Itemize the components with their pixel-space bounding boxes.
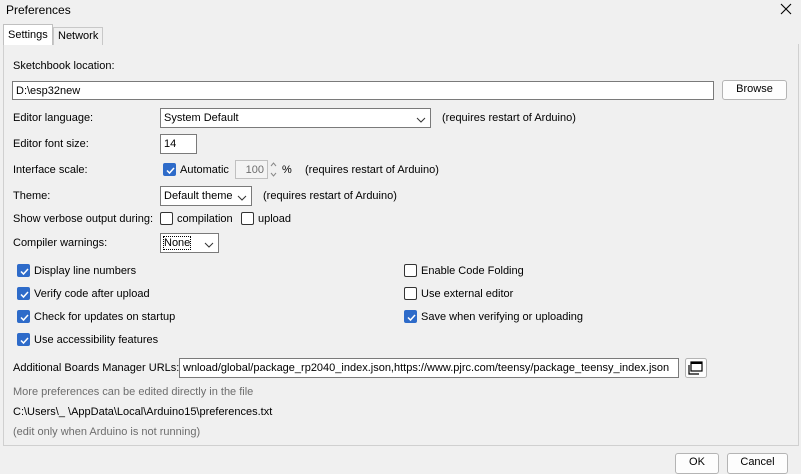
more-prefs-text: More preferences can be edited directly … bbox=[13, 386, 254, 398]
tab-settings[interactable]: Settings bbox=[3, 24, 53, 45]
code-folding-checkbox[interactable] bbox=[404, 264, 417, 277]
tab-settings-label: Settings bbox=[8, 29, 48, 41]
font-size-label: Editor font size: bbox=[13, 138, 89, 150]
check-updates-label: Check for updates on startup bbox=[34, 311, 176, 323]
compiler-warnings-label: Compiler warnings: bbox=[13, 237, 108, 249]
tab-network[interactable]: Network bbox=[53, 27, 103, 45]
check-icon bbox=[20, 337, 29, 345]
interface-scale-unit: % bbox=[282, 164, 292, 176]
edit-note: (edit only when Arduino is not running) bbox=[13, 426, 201, 438]
preferences-path: C:\Users\_ \AppData\Local\Arduino15\pref… bbox=[13, 406, 273, 418]
theme-label: Theme: bbox=[13, 190, 51, 202]
save-when-verifying-checkbox[interactable] bbox=[404, 310, 417, 323]
check-icon bbox=[20, 314, 29, 322]
chevron-down-icon bbox=[237, 192, 247, 201]
sketchbook-location-input[interactable]: D:\esp32new bbox=[12, 81, 714, 100]
editor-language-select[interactable]: System Default bbox=[160, 108, 431, 128]
check-icon bbox=[20, 268, 29, 276]
chevron-down-icon bbox=[416, 114, 426, 123]
close-icon[interactable] bbox=[778, 1, 794, 17]
accessibility-label: Use accessibility features bbox=[34, 334, 159, 346]
theme-note: (requires restart of Arduino) bbox=[263, 190, 397, 202]
tab-network-label: Network bbox=[58, 30, 99, 42]
compiler-warnings-value: None bbox=[162, 236, 192, 250]
check-icon bbox=[407, 314, 416, 322]
compiler-warnings-select[interactable]: None bbox=[160, 233, 219, 253]
expand-urls-icon[interactable] bbox=[685, 358, 707, 378]
verbose-label: Show verbose output during: bbox=[13, 213, 154, 225]
display-line-numbers-label: Display line numbers bbox=[34, 265, 137, 277]
window-title: Preferences bbox=[6, 3, 71, 17]
upload-checkbox[interactable] bbox=[241, 212, 254, 225]
save-when-verifying-label: Save when verifying or uploading bbox=[421, 311, 584, 323]
editor-language-value: System Default bbox=[164, 112, 239, 124]
verify-code-checkbox[interactable] bbox=[17, 287, 30, 300]
automatic-checkbox[interactable] bbox=[163, 163, 176, 176]
automatic-label: Automatic bbox=[180, 164, 229, 176]
spin-down-icon[interactable] bbox=[268, 170, 279, 179]
boards-urls-label: Additional Boards Manager URLs: bbox=[13, 362, 180, 374]
interface-scale-input[interactable]: 100 bbox=[235, 160, 268, 179]
spin-up-icon[interactable] bbox=[268, 160, 279, 169]
interface-scale-label: Interface scale: bbox=[13, 164, 88, 176]
browse-button[interactable]: Browse bbox=[722, 80, 787, 100]
compilation-checkbox[interactable] bbox=[160, 212, 173, 225]
code-folding-label: Enable Code Folding bbox=[421, 265, 524, 277]
check-icon bbox=[20, 291, 29, 299]
boards-urls-input[interactable]: wnload/global/package_rp2040_index.json,… bbox=[179, 358, 679, 378]
chevron-down-icon bbox=[204, 239, 214, 248]
display-line-numbers-checkbox[interactable] bbox=[17, 264, 30, 277]
editor-language-label: Editor language: bbox=[13, 112, 94, 124]
accessibility-checkbox[interactable] bbox=[17, 333, 30, 346]
external-editor-checkbox[interactable] bbox=[404, 287, 417, 300]
compilation-label: compilation bbox=[177, 213, 233, 225]
ok-button[interactable]: OK bbox=[675, 453, 719, 474]
check-updates-checkbox[interactable] bbox=[17, 310, 30, 323]
theme-value: Default theme bbox=[164, 190, 233, 202]
check-icon bbox=[166, 167, 175, 175]
theme-select[interactable]: Default theme bbox=[160, 186, 252, 206]
sketchbook-label: Sketchbook location: bbox=[13, 60, 115, 72]
interface-scale-note: (requires restart of Arduino) bbox=[305, 164, 439, 176]
upload-label: upload bbox=[258, 213, 292, 225]
external-editor-label: Use external editor bbox=[421, 288, 514, 300]
verify-code-label: Verify code after upload bbox=[34, 288, 150, 300]
cancel-button[interactable]: Cancel bbox=[727, 453, 788, 474]
editor-language-note: (requires restart of Arduino) bbox=[442, 112, 576, 124]
font-size-input[interactable]: 14 bbox=[160, 134, 197, 154]
